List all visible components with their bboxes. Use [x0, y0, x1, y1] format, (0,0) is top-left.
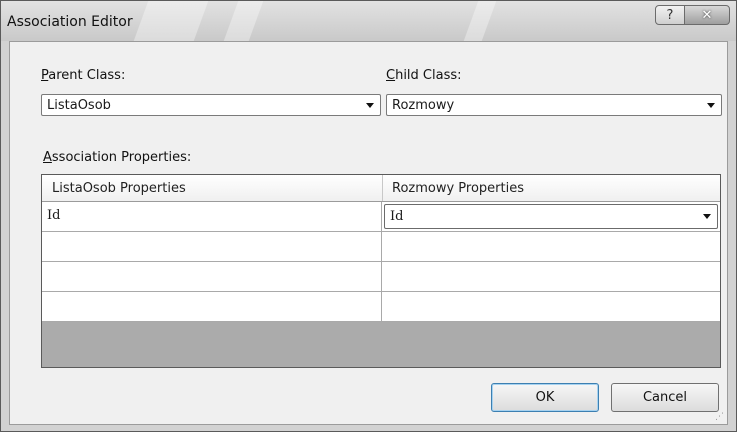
parent-property-value: Id [47, 208, 61, 223]
association-properties-label: Association Properties: [43, 150, 191, 165]
parent-class-label-text: arent Class: [48, 68, 126, 83]
child-class-mnemonic: C [386, 68, 396, 83]
column-header-child[interactable]: Rozmowy Properties [392, 181, 524, 196]
association-mnemonic: A [43, 150, 52, 165]
cancel-button[interactable]: Cancel [611, 383, 719, 412]
child-property-cell[interactable] [382, 262, 720, 291]
child-property-cell[interactable] [382, 292, 720, 321]
chevron-down-icon [703, 214, 711, 219]
column-header-parent[interactable]: ListaOsob Properties [52, 181, 186, 196]
child-property-cell[interactable]: Id [382, 202, 720, 231]
chevron-down-icon [707, 103, 715, 108]
child-class-value: Rozmowy [392, 98, 455, 113]
window-title: Association Editor [7, 14, 133, 30]
title-bar[interactable]: Association Editor ? ✕ [1, 1, 736, 41]
parent-class-dropdown[interactable]: ListaOsob [41, 94, 381, 116]
parent-property-cell[interactable]: Id [42, 202, 382, 231]
child-class-label: Child Class: [386, 68, 462, 83]
table-row[interactable] [42, 232, 720, 262]
table-row[interactable] [42, 292, 720, 322]
child-property-cell[interactable] [382, 232, 720, 261]
parent-class-label: Parent Class: [41, 68, 125, 83]
chevron-down-icon [366, 103, 374, 108]
title-bar-glare [133, 1, 209, 41]
close-button[interactable]: ✕ [684, 5, 730, 25]
help-button[interactable]: ? [655, 5, 685, 25]
parent-property-cell[interactable] [42, 262, 382, 291]
help-icon: ? [666, 7, 674, 23]
close-icon: ✕ [701, 7, 713, 23]
child-property-dropdown[interactable]: Id [384, 204, 718, 229]
title-bar-glare-3 [463, 1, 497, 41]
title-bar-glare-2 [223, 1, 264, 41]
resize-grip-icon[interactable]: ⋰ [715, 412, 725, 422]
table-row[interactable]: Id Id [42, 202, 720, 232]
parent-class-value: ListaOsob [47, 98, 111, 113]
ok-button[interactable]: OK [491, 383, 599, 412]
column-divider[interactable] [382, 175, 383, 201]
child-class-label-text: hild Class: [395, 68, 462, 83]
child-property-value: Id [390, 209, 404, 224]
dialog-body: Parent Class: ListaOsob Child Class: Roz… [9, 41, 728, 425]
association-properties-grid: ListaOsob Properties Rozmowy Properties … [41, 174, 721, 368]
grid-header: ListaOsob Properties Rozmowy Properties [42, 175, 720, 202]
association-label-text: ssociation Properties: [51, 150, 192, 165]
association-editor-window: Association Editor ? ✕ Parent Class: Lis… [0, 0, 737, 432]
parent-property-cell[interactable] [42, 292, 382, 321]
child-class-dropdown[interactable]: Rozmowy [386, 94, 722, 116]
parent-property-cell[interactable] [42, 232, 382, 261]
table-row[interactable] [42, 262, 720, 292]
